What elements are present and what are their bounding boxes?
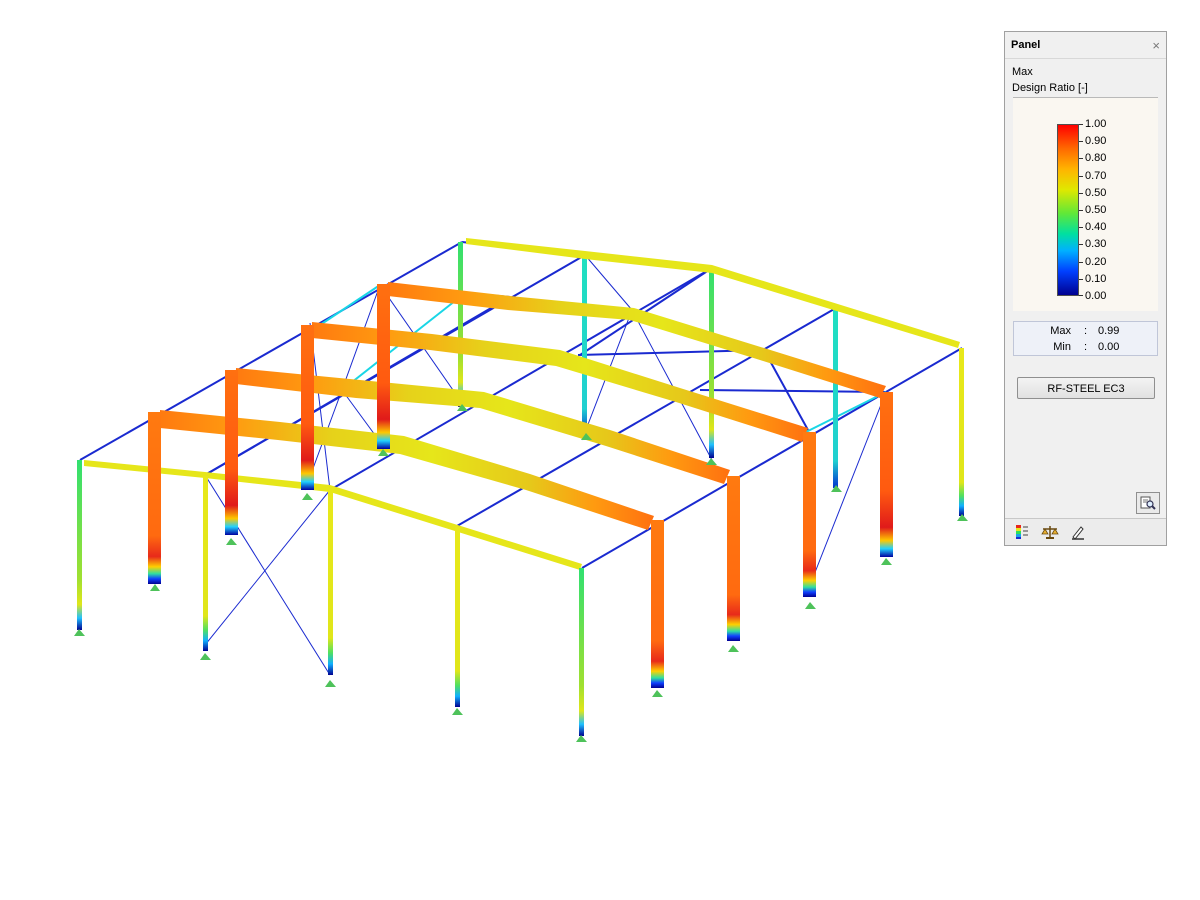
color-scale-bar (1057, 124, 1079, 296)
panel-tabs (1005, 518, 1166, 545)
balance-icon[interactable] (1040, 522, 1060, 542)
scale-label: 0.70 (1085, 170, 1107, 182)
scale-tick (1079, 295, 1083, 296)
panel-header: Panel × (1005, 32, 1166, 59)
scale-tick (1079, 141, 1083, 142)
scale-label: 0.00 (1085, 290, 1107, 302)
scale-tick (1079, 193, 1083, 194)
scale-label: 0.10 (1085, 273, 1107, 285)
min-separator: : (1084, 341, 1088, 353)
scale-tick (1079, 279, 1083, 280)
scale-ticks (1079, 124, 1083, 296)
rf-steel-ec3-button[interactable]: RF-STEEL EC3 (1017, 377, 1155, 399)
result-type-label: Max (1012, 66, 1033, 78)
structure-model (74, 238, 968, 742)
scale-label: 0.40 (1085, 221, 1107, 233)
max-label: Max (1050, 325, 1071, 337)
model-viewport[interactable] (0, 0, 1000, 900)
min-label: Min (1053, 341, 1071, 353)
portal-rafters (160, 282, 886, 530)
scale-label: 0.30 (1085, 238, 1107, 250)
zoom-search-button[interactable] (1136, 492, 1160, 514)
min-row: Min : 0.00 (1014, 340, 1157, 355)
scale-tick (1079, 244, 1083, 245)
max-row: Max : 0.99 (1014, 324, 1157, 339)
max-separator: : (1084, 325, 1088, 337)
scale-label: 0.90 (1085, 135, 1107, 147)
scale-label: 0.80 (1085, 152, 1107, 164)
min-value: 0.00 (1098, 341, 1120, 353)
scale-labels: 1.00 0.90 0.80 0.70 0.50 0.50 0.40 0.30 0.20 0.10… (1085, 119, 1145, 302)
min-max-box: Max : 0.99 Min : 0.00 (1013, 321, 1158, 356)
scale-tick (1079, 210, 1083, 211)
scale-tick (1079, 176, 1083, 177)
scale-tick (1079, 158, 1083, 159)
scale-label: 0.50 (1085, 204, 1107, 216)
color-scale-icon[interactable] (1012, 522, 1032, 542)
scale-tick (1079, 227, 1083, 228)
max-value: 0.99 (1098, 325, 1120, 337)
quantity-label: Design Ratio [-] (1012, 82, 1088, 94)
scale-label: 1.00 (1085, 118, 1107, 130)
results-panel[interactable]: Panel × Max Design Ratio [-] 1.00 0.90 0.8… (1004, 31, 1167, 546)
scale-label: 0.50 (1085, 187, 1107, 199)
close-icon[interactable]: × (1152, 38, 1160, 53)
zoom-search-icon (1140, 496, 1156, 510)
panel-title: Panel (1011, 39, 1041, 51)
scale-tick (1079, 262, 1083, 263)
scale-tick (1079, 124, 1083, 125)
filter-pencil-icon[interactable] (1068, 522, 1088, 542)
color-legend: 1.00 0.90 0.80 0.70 0.50 0.50 0.40 0.30 0.20 0.10… (1013, 97, 1158, 311)
scale-label: 0.20 (1085, 256, 1107, 268)
